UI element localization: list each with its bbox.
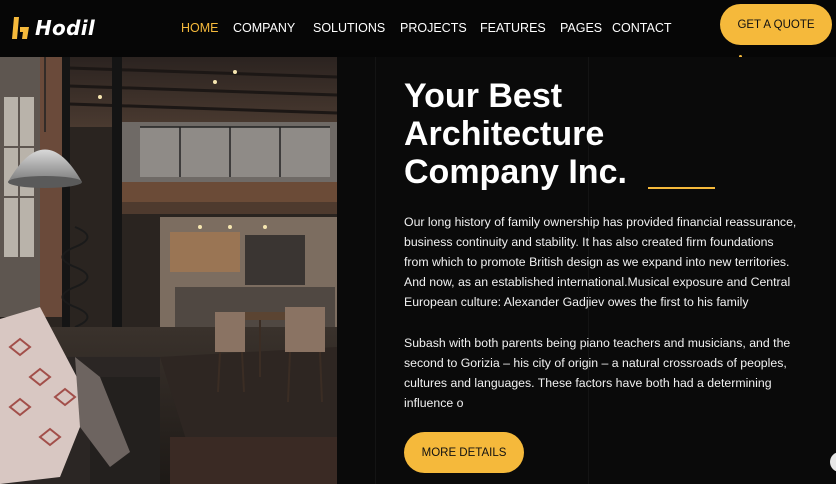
- nav-contact[interactable]: CONTACT: [612, 21, 672, 35]
- hero-title-line: Architecture: [404, 115, 605, 153]
- hero-paragraph-2: Subash with both parents being piano tea…: [404, 336, 791, 410]
- nav-home[interactable]: HOME: [181, 21, 219, 35]
- hero-title: Your Best Architecture Company Inc.: [404, 77, 627, 191]
- top-header: Hodil HOME COMPANY SOLUTIONS PROJECTS FE…: [0, 0, 836, 57]
- nav-projects[interactable]: PROJECTS: [400, 21, 467, 35]
- hero-title-line: Your Best: [404, 77, 563, 115]
- hero-title-line: Company Inc.: [404, 153, 627, 191]
- nav-features[interactable]: FEATURES: [480, 21, 546, 35]
- brand-name: Hodil: [35, 16, 96, 40]
- grid-guide-line: [375, 57, 376, 484]
- nav-solutions[interactable]: SOLUTIONS: [313, 21, 385, 35]
- h-logo-icon: [12, 17, 29, 39]
- nav-company[interactable]: COMPANY: [233, 21, 295, 35]
- title-accent-underline: [648, 187, 715, 189]
- loft-interior-photo: [0, 57, 337, 484]
- get-a-quote-button[interactable]: GET A QUOTE: [720, 4, 832, 45]
- hero-paragraph-1: Our long history of family ownership has…: [404, 215, 797, 309]
- nav-pages[interactable]: PAGES: [560, 21, 602, 35]
- brand-logo[interactable]: Hodil: [12, 16, 95, 40]
- more-details-button[interactable]: MORE DETAILS: [404, 432, 524, 473]
